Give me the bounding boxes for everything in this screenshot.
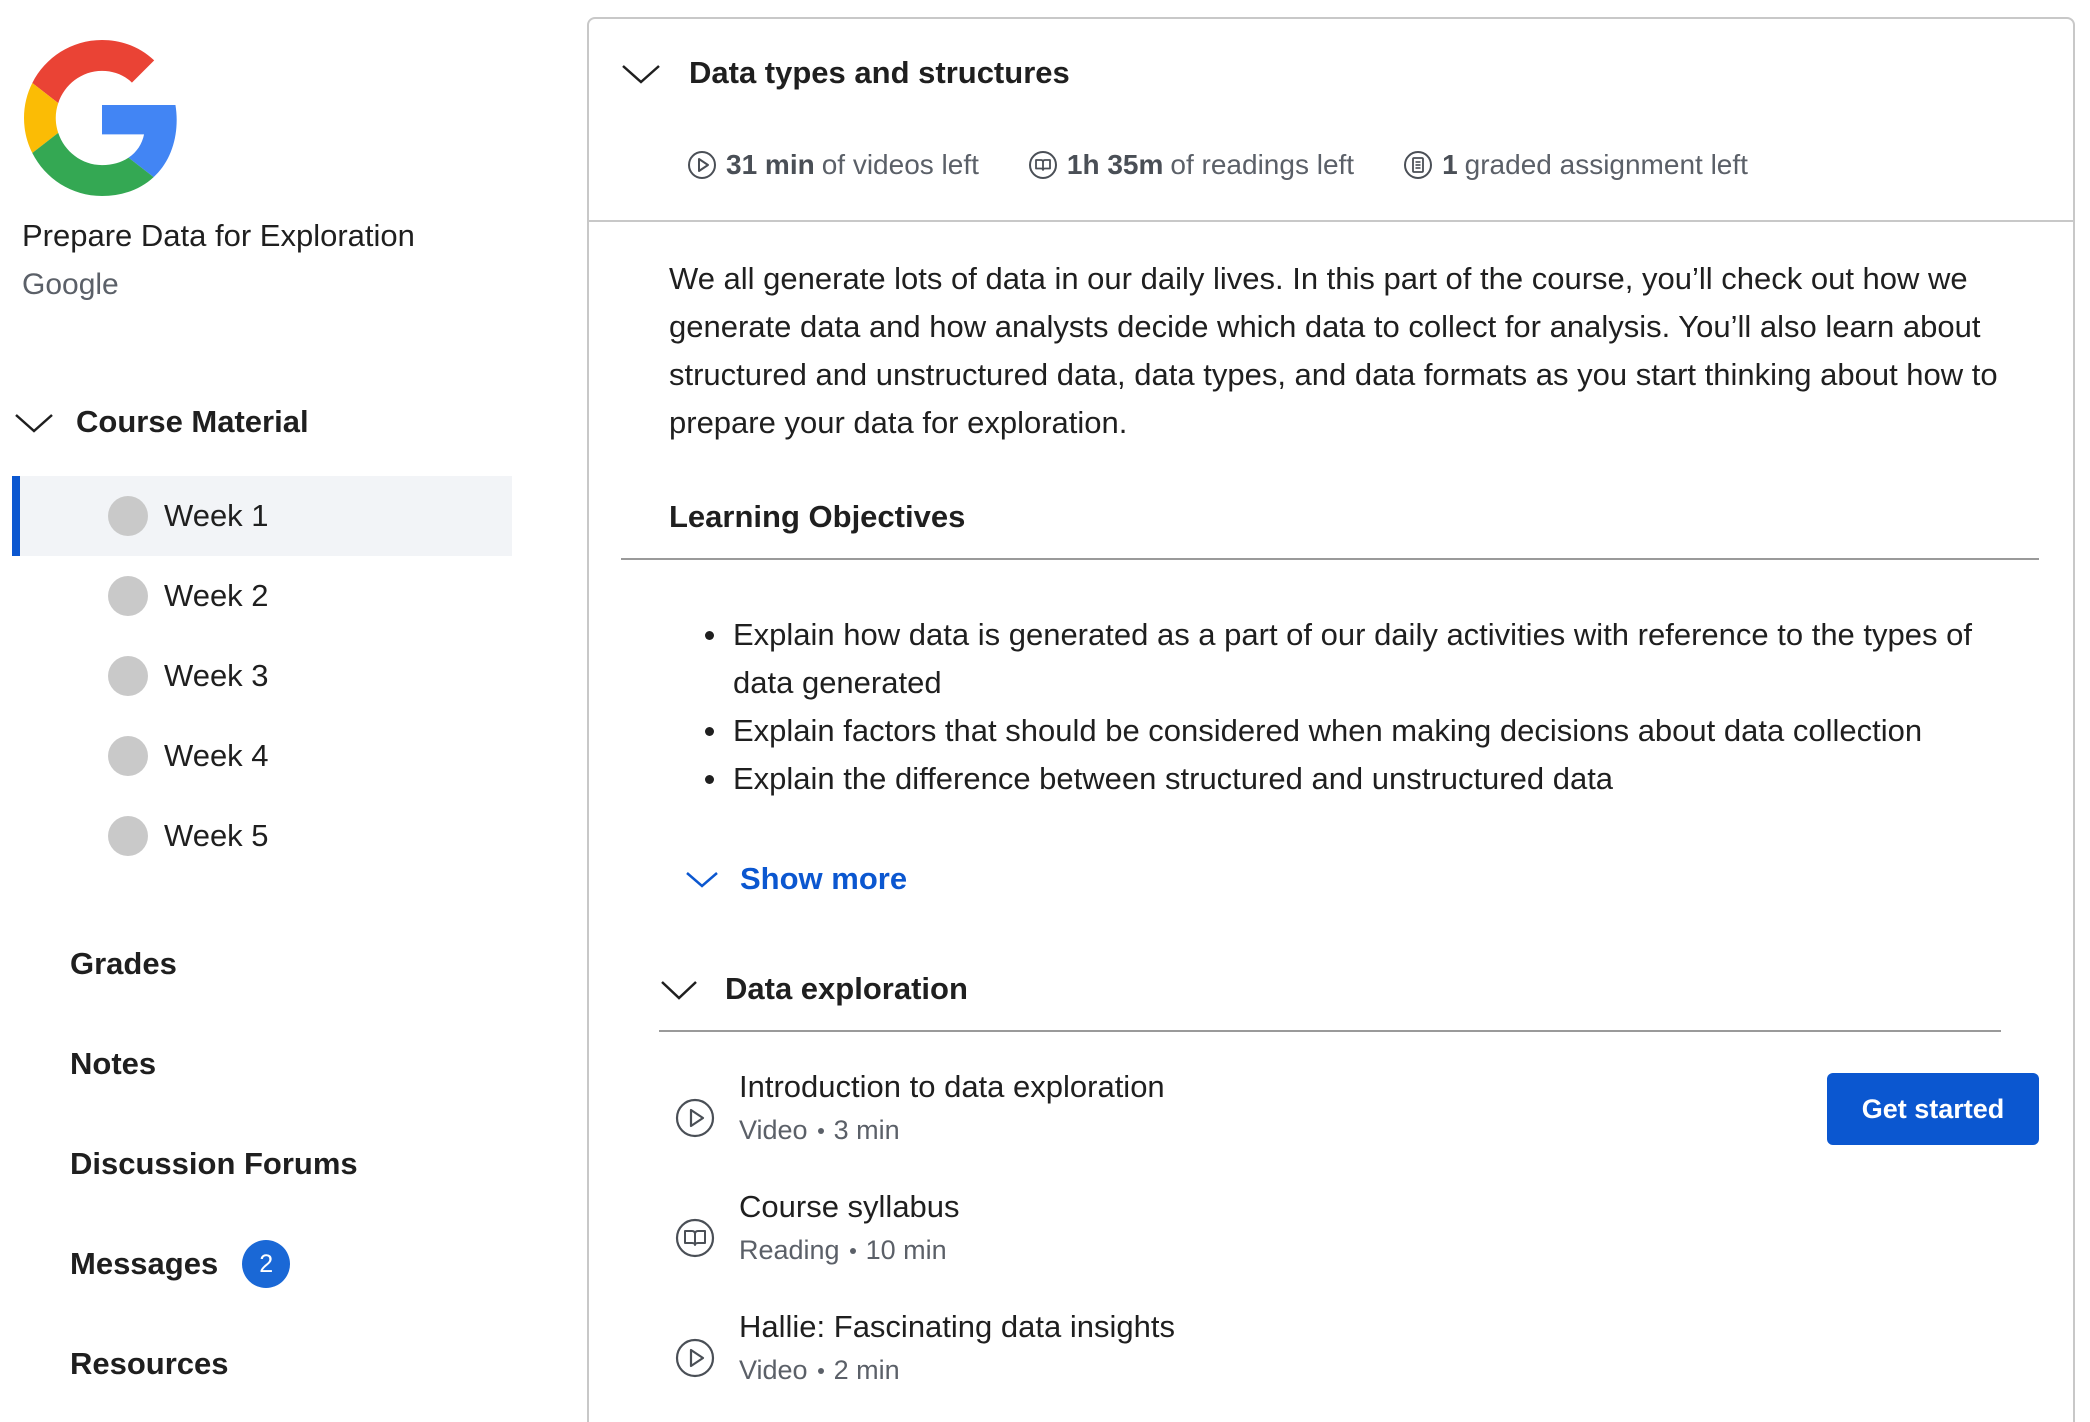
assignments-left-text: graded assignment left	[1464, 149, 1748, 180]
item-meta: Reading 10 min	[739, 1235, 947, 1266]
assignments-left-stat: 1 graded assignment left	[1402, 149, 1748, 181]
item-title: Hallie: Fascinating data insights	[739, 1309, 1175, 1344]
show-more-label: Show more	[740, 861, 908, 896]
progress-circle-icon	[108, 816, 148, 856]
module-stats: 31 min of videos left 1h 35m of readings…	[686, 149, 1796, 181]
item-title: Course syllabus	[739, 1189, 960, 1224]
week-list: Week 1 Week 2 Week 3 Week 4 Week 5	[12, 476, 512, 876]
sidebar-item-week-2[interactable]: Week 2	[12, 556, 512, 636]
course-material-toggle[interactable]: Course Material	[12, 398, 309, 446]
module-title: Data types and structures	[689, 55, 1070, 90]
item-meta: Video 2 min	[739, 1355, 900, 1386]
item-title: Introduction to data exploration	[739, 1069, 1165, 1104]
assignment-icon	[1404, 151, 1433, 179]
week-label: Week 1	[164, 498, 269, 533]
divider	[621, 558, 2039, 560]
module-description: We all generate lots of data in our dail…	[669, 261, 1998, 440]
sidebar-item-resources[interactable]: Resources	[70, 1339, 229, 1389]
separator-dot	[849, 1247, 856, 1254]
assignments-left-value: 1	[1442, 149, 1458, 180]
messages-label: Messages	[70, 1246, 219, 1281]
course-org: Google	[22, 268, 119, 301]
sidebar-item-grades[interactable]: Grades	[70, 939, 177, 989]
chevron-down-icon	[661, 981, 697, 1000]
item-duration: 3 min	[833, 1115, 900, 1145]
progress-circle-icon	[108, 496, 148, 536]
week-label: Week 5	[164, 818, 269, 853]
lesson-item-video[interactable]: Introduction to data exploration Video 3…	[674, 1069, 2039, 1159]
sidebar: Prepare Data for Exploration Google Cour…	[0, 0, 560, 1422]
chevron-down-icon	[622, 65, 660, 84]
progress-circle-icon	[108, 576, 148, 616]
module-header: Data types and structures 31 min of vide…	[589, 19, 2073, 222]
sidebar-item-week-1[interactable]: Week 1	[12, 476, 512, 556]
google-logo-icon	[24, 40, 177, 196]
objective-item: Explain how data is generated as a part …	[705, 611, 2023, 707]
lesson-toggle[interactable]: Data exploration	[659, 971, 968, 1007]
learning-objectives-title: Learning Objectives	[669, 499, 966, 534]
app-root: Prepare Data for Exploration Google Cour…	[0, 0, 2090, 1422]
item-type: Reading	[739, 1235, 840, 1265]
learning-objectives-list: Explain how data is generated as a part …	[705, 611, 2023, 803]
progress-circle-icon	[108, 736, 148, 776]
item-type: Video	[739, 1115, 808, 1145]
play-circle-icon	[675, 1338, 715, 1378]
week-label: Week 4	[164, 738, 269, 773]
sidebar-item-notes[interactable]: Notes	[70, 1039, 156, 1089]
item-meta: Video 3 min	[739, 1115, 900, 1146]
lesson-item-video[interactable]: Hallie: Fascinating data insights Video …	[674, 1309, 1974, 1399]
divider	[659, 1030, 2001, 1032]
sidebar-item-messages[interactable]: Messages 2	[70, 1239, 291, 1289]
play-circle-icon	[688, 151, 716, 179]
readings-left-value: 1h 35m	[1066, 149, 1164, 180]
lesson-title: Data exploration	[725, 971, 968, 1006]
readings-left-text: of readings left	[1170, 149, 1355, 180]
progress-circle-icon	[108, 656, 148, 696]
get-started-button[interactable]: Get started	[1827, 1073, 2039, 1145]
separator-dot	[817, 1367, 824, 1374]
module-panel: Data types and structures 31 min of vide…	[587, 17, 2075, 1422]
objective-item: Explain the difference between structure…	[705, 755, 2023, 803]
course-title: Prepare Data for Exploration	[22, 218, 415, 253]
week-label: Week 3	[164, 658, 269, 693]
sidebar-item-week-5[interactable]: Week 5	[12, 796, 512, 876]
objective-item: Explain factors that should be considere…	[705, 707, 2023, 755]
sidebar-item-week-4[interactable]: Week 4	[12, 716, 512, 796]
lesson-item-reading[interactable]: Course syllabus Reading 10 min	[674, 1189, 1974, 1279]
chevron-down-icon	[686, 872, 718, 888]
sidebar-item-discussion-forums[interactable]: Discussion Forums	[70, 1139, 358, 1189]
readings-left-stat: 1h 35m of readings left	[1027, 149, 1354, 181]
videos-left-value: 31 min	[726, 149, 815, 180]
separator-dot	[817, 1127, 824, 1134]
play-circle-icon	[675, 1098, 715, 1138]
messages-count-badge: 2	[242, 1240, 291, 1288]
sidebar-item-week-3[interactable]: Week 3	[12, 636, 512, 716]
videos-left-stat: 31 min of videos left	[686, 149, 979, 181]
item-duration: 2 min	[833, 1355, 900, 1385]
chevron-down-icon	[15, 414, 53, 433]
module-toggle[interactable]: Data types and structures	[619, 55, 1070, 91]
book-icon	[675, 1218, 715, 1258]
item-duration: 10 min	[865, 1235, 947, 1265]
week-label: Week 2	[164, 578, 269, 613]
item-type: Video	[739, 1355, 808, 1385]
videos-left-text: of videos left	[821, 149, 979, 180]
show-more-link[interactable]: Show more	[684, 861, 907, 897]
book-icon	[1028, 151, 1057, 179]
course-material-label: Course Material	[76, 404, 309, 439]
